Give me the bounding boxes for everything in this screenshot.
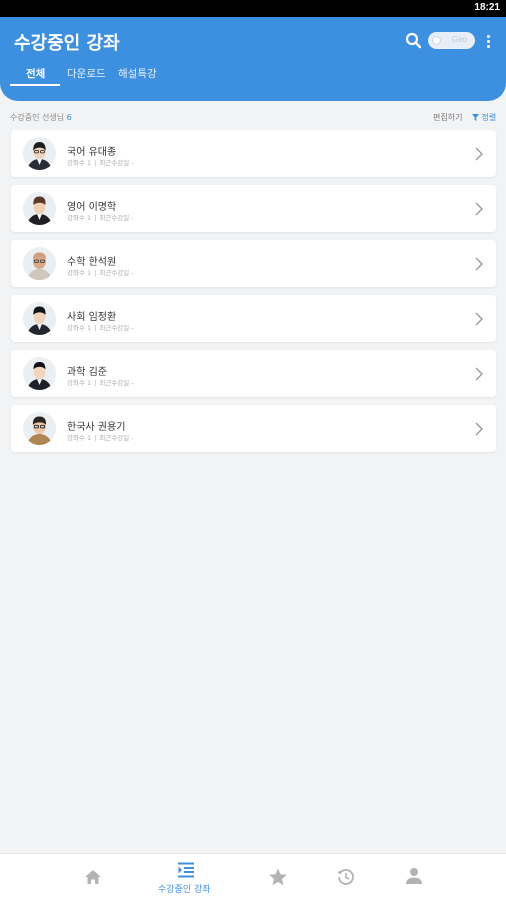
toggle-label: Geo — [451, 35, 467, 44]
nav-favorites[interactable] — [258, 854, 298, 900]
course-title: 한국사 권용기 — [67, 422, 126, 433]
star-icon — [269, 868, 287, 886]
tab-all[interactable]: 전체 — [26, 66, 45, 81]
course-list-icon — [178, 862, 194, 878]
history-icon — [337, 869, 354, 885]
course-title: 과학 김준 — [67, 367, 107, 378]
course-card[interactable]: 한국사 권용기 강좌수 1 | 최근수강일 - — [11, 405, 496, 452]
course-meta: 강좌수 1 | 최근수강일 - — [67, 379, 134, 387]
avatar — [23, 247, 56, 280]
course-meta: 강좌수 1 | 최근수강일 - — [67, 214, 134, 222]
chevron-right-icon — [475, 312, 483, 326]
search-icon — [405, 32, 422, 49]
course-card[interactable]: 과학 김준 강좌수 1 | 최근수강일 - — [11, 350, 496, 397]
active-tab-indicator — [10, 84, 60, 86]
course-title: 사회 임정환 — [67, 312, 117, 323]
sort-button[interactable]: 정렬 — [472, 112, 496, 123]
course-card[interactable]: 국어 유대종 강좌수 1 | 최근수강일 - — [11, 130, 496, 177]
toggle-knob — [432, 36, 441, 45]
avatar — [23, 137, 56, 170]
chevron-right-icon — [475, 422, 483, 436]
view-toggle[interactable]: Geo — [428, 32, 475, 49]
sort-label: 정렬 — [481, 113, 497, 122]
search-button[interactable] — [404, 31, 424, 51]
nav-my-courses-label: 수강중인 강좌 — [158, 885, 211, 895]
course-meta: 강좌수 1 | 최근수강일 - — [67, 434, 134, 442]
edit-button[interactable]: 편집하기 — [433, 112, 462, 123]
app-header: 수강중인 강좌 Geo 전체 다운로드 해설특강 — [0, 17, 506, 101]
person-icon — [406, 868, 422, 884]
chevron-right-icon — [475, 367, 483, 381]
tab-special-lecture[interactable]: 해설특강 — [118, 66, 157, 81]
chevron-right-icon — [475, 257, 483, 271]
avatar — [23, 192, 56, 225]
page-title: 수강중인 강좌 — [14, 33, 120, 54]
course-card[interactable]: 영어 이명학 강좌수 1 | 최근수강일 - — [11, 185, 496, 232]
nav-my-page[interactable] — [394, 854, 434, 900]
filter-icon — [472, 114, 479, 121]
course-title: 수학 한석원 — [67, 257, 117, 268]
status-bar: 18:21 — [0, 0, 506, 17]
avatar — [23, 302, 56, 335]
chevron-right-icon — [475, 147, 483, 161]
course-meta: 강좌수 1 | 최근수강일 - — [67, 159, 134, 167]
course-title: 영어 이명학 — [67, 202, 117, 213]
avatar — [23, 357, 56, 390]
bottom-nav: 수강중인 강좌 — [0, 853, 506, 900]
course-card[interactable]: 사회 임정환 강좌수 1 | 최근수강일 - — [11, 295, 496, 342]
nav-my-courses[interactable]: 수강중인 강좌 — [150, 854, 222, 900]
summary-label: 수강중인 선생님 — [10, 113, 65, 122]
chevron-right-icon — [475, 202, 483, 216]
course-meta: 강좌수 1 | 최근수강일 - — [67, 269, 134, 277]
teacher-count: 6 — [66, 113, 72, 122]
tab-download[interactable]: 다운로드 — [67, 66, 106, 81]
nav-home[interactable] — [73, 854, 113, 900]
more-vertical-icon — [482, 31, 494, 48]
status-time: 18:21 — [474, 2, 500, 13]
more-options-button[interactable] — [482, 31, 494, 51]
course-title: 국어 유대종 — [67, 147, 117, 158]
nav-history[interactable] — [326, 854, 366, 900]
teacher-count-summary: 수강중인 선생님 6 — [10, 112, 72, 123]
course-meta: 강좌수 1 | 최근수강일 - — [67, 324, 134, 332]
course-card[interactable]: 수학 한석원 강좌수 1 | 최근수강일 - — [11, 240, 496, 287]
avatar — [23, 412, 56, 445]
home-icon — [85, 870, 101, 884]
